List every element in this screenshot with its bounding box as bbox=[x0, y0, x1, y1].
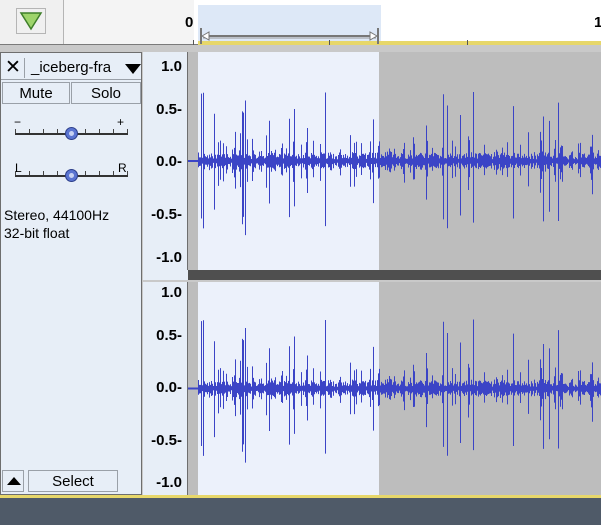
bottom-track-area bbox=[0, 495, 601, 525]
bottom-baseline bbox=[0, 495, 601, 498]
amp-label-neg-half: -0.5- bbox=[151, 432, 182, 449]
amp-label-zero: 0.0- bbox=[156, 379, 182, 396]
slider-tick bbox=[15, 171, 16, 175]
timeline-tick bbox=[193, 40, 194, 45]
amp-label-bottom: -1.0 bbox=[156, 249, 182, 266]
pin-play-head-icon[interactable] bbox=[16, 8, 46, 34]
gain-slider[interactable] bbox=[15, 119, 130, 143]
pan-slider[interactable] bbox=[15, 161, 130, 185]
timeline-before-zero bbox=[64, 0, 194, 44]
slider-tick bbox=[57, 171, 58, 175]
pan-slider-thumb[interactable] bbox=[65, 169, 78, 182]
amp-label-half: 0.5- bbox=[156, 101, 182, 118]
select-track-button[interactable]: Select bbox=[28, 470, 118, 492]
mute-button[interactable]: Mute bbox=[2, 82, 70, 104]
amp-label-zero: 0.0- bbox=[156, 153, 182, 170]
close-track-button[interactable]: ✕ bbox=[2, 58, 25, 78]
track-control-panel[interactable]: ✕ _iceberg-fra Mute Solo − + L R Stereo, bbox=[0, 52, 142, 495]
timeline-ruler[interactable]: 0 1 bbox=[0, 0, 601, 45]
waveform-left-channel[interactable] bbox=[188, 52, 601, 270]
slider-tick bbox=[43, 171, 44, 175]
track-format-info: Stereo, 44100Hz 32-bit float bbox=[4, 206, 109, 242]
slider-tick bbox=[29, 171, 30, 175]
solo-button[interactable]: Solo bbox=[71, 82, 141, 104]
slider-tick bbox=[127, 171, 128, 175]
track-header: ✕ _iceberg-fra bbox=[1, 53, 141, 80]
slider-tick bbox=[43, 129, 44, 133]
amplitude-ruler-right-channel: 1.0 0.5- 0.0- -0.5- -1.0 bbox=[143, 282, 188, 495]
slider-tick bbox=[113, 171, 114, 175]
slider-tick bbox=[113, 129, 114, 133]
channel-separator bbox=[188, 270, 601, 280]
amp-label-top: 1.0 bbox=[161, 284, 182, 301]
amp-label-neg-half: -0.5- bbox=[151, 206, 182, 223]
slider-tick bbox=[15, 129, 16, 133]
slider-tick bbox=[99, 129, 100, 133]
amp-label-half: 0.5- bbox=[156, 327, 182, 344]
selection-range-handle[interactable] bbox=[199, 26, 380, 46]
slider-tick bbox=[57, 129, 58, 133]
timeline-label-0: 0 bbox=[185, 14, 194, 31]
slider-tick bbox=[85, 129, 86, 133]
format-rate: Stereo, 44100Hz bbox=[4, 207, 110, 223]
triangle-down-icon bbox=[125, 64, 141, 74]
slider-tick bbox=[127, 129, 128, 133]
gain-slider-thumb[interactable] bbox=[65, 127, 78, 140]
track-name: _iceberg-fra bbox=[31, 59, 112, 76]
amplitude-ruler-left-channel: 1.0 0.5- 0.0- -0.5- -1.0 bbox=[143, 52, 188, 270]
slider-tick bbox=[29, 129, 30, 133]
amp-label-top: 1.0 bbox=[161, 58, 182, 75]
format-depth: 32-bit float bbox=[4, 225, 70, 241]
collapse-track-icon[interactable] bbox=[2, 470, 24, 492]
timeline-gutter bbox=[0, 0, 64, 44]
track-name-menu-button[interactable]: _iceberg-fra bbox=[27, 58, 142, 78]
slider-tick bbox=[85, 171, 86, 175]
waveform-right-channel[interactable] bbox=[188, 282, 601, 495]
slider-tick bbox=[99, 171, 100, 175]
track-footer: Select bbox=[1, 466, 141, 494]
timeline-tick bbox=[467, 40, 468, 45]
ruler-separator bbox=[143, 270, 189, 280]
timeline-label-1: 1 bbox=[594, 14, 601, 31]
amp-label-bottom: -1.0 bbox=[156, 474, 182, 491]
